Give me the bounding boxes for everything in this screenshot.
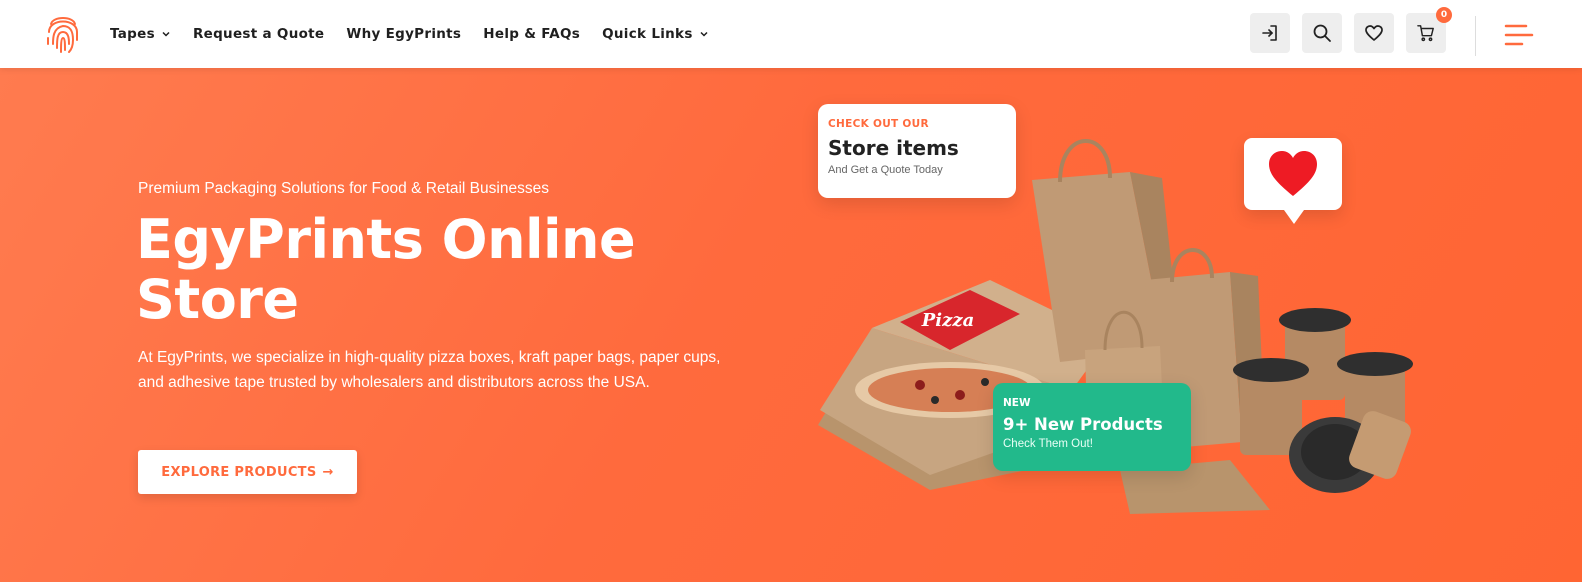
cta-label: EXPLORE PRODUCTS bbox=[161, 464, 317, 480]
store-card-kicker: CHECK OUT OUR bbox=[828, 118, 929, 130]
store-card-heading: Store items bbox=[828, 136, 959, 160]
top-navbar: Tapes Request a Quote Why EgyPrints Help… bbox=[0, 0, 1582, 68]
hamburger-menu-icon[interactable] bbox=[1504, 22, 1534, 48]
chevron-down-icon bbox=[700, 31, 708, 37]
explore-products-button[interactable]: EXPLORE PRODUCTS → bbox=[138, 450, 357, 494]
search-icon bbox=[1313, 24, 1331, 42]
hero-description: At EgyPrints, we specialize in high-qual… bbox=[138, 349, 721, 391]
new-products-card[interactable]: NEW 9+ New Products Check Them Out! bbox=[993, 383, 1191, 471]
hero-title: EgyPrints Online Store bbox=[136, 208, 636, 331]
red-heart-icon bbox=[1269, 151, 1317, 196]
menu-item-quick-links[interactable]: Quick Links bbox=[602, 26, 709, 42]
cart-button[interactable]: 0 bbox=[1406, 7, 1452, 53]
menu-item-request-quote[interactable]: Request a Quote bbox=[193, 26, 324, 42]
nav-divider bbox=[1475, 16, 1476, 56]
menu-item-label: Quick Links bbox=[602, 26, 693, 42]
menu-item-help-faqs[interactable]: Help & FAQs bbox=[483, 26, 580, 42]
heart-bubble bbox=[1244, 138, 1342, 224]
arrow-right-icon: → bbox=[322, 464, 334, 480]
new-card-heading: 9+ New Products bbox=[1003, 415, 1163, 434]
menu-item-label: Why EgyPrints bbox=[346, 26, 462, 42]
login-icon bbox=[1262, 25, 1277, 41]
menu-item-label: Help & FAQs bbox=[483, 26, 581, 42]
fingerprint-logo-icon[interactable] bbox=[45, 10, 81, 56]
cart-count-badge: 0 bbox=[1436, 7, 1452, 23]
menu-item-label: Request a Quote bbox=[192, 26, 325, 42]
store-items-card[interactable]: CHECK OUT OUR Store items And Get a Quot… bbox=[818, 104, 1016, 198]
login-button[interactable] bbox=[1250, 13, 1290, 53]
heart-icon bbox=[1365, 25, 1383, 41]
chevron-down-icon bbox=[162, 31, 170, 37]
wishlist-button[interactable] bbox=[1354, 13, 1394, 53]
store-card-sub: And Get a Quote Today bbox=[828, 164, 943, 176]
new-card-kicker: NEW bbox=[1003, 397, 1031, 409]
menu-item-label: Tapes bbox=[110, 26, 155, 42]
menu-item-tapes[interactable]: Tapes bbox=[110, 26, 171, 42]
cart-icon bbox=[1417, 25, 1434, 42]
pizza-label: Pizza bbox=[921, 310, 974, 331]
new-card-sub: Check Them Out! bbox=[1003, 438, 1093, 450]
menu-item-why-egyprints[interactable]: Why EgyPrints bbox=[346, 26, 461, 42]
main-menu: Tapes Request a Quote Why EgyPrints Help… bbox=[110, 0, 709, 68]
search-button[interactable] bbox=[1302, 13, 1342, 53]
hero-subtitle: Premium Packaging Solutions for Food & R… bbox=[138, 180, 549, 197]
